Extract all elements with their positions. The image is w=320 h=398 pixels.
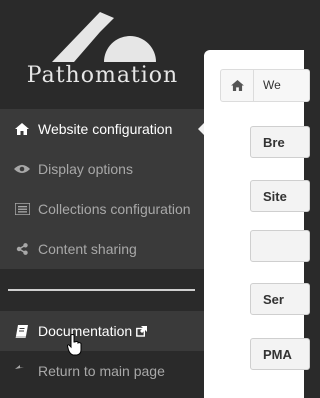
setting-field-button[interactable]: Ser (250, 283, 310, 315)
setting-field-button[interactable]: PMA (250, 338, 310, 370)
sidebar: Pathomation Website configuration Displa… (0, 0, 205, 398)
eye-icon (14, 161, 30, 177)
sidebar-item-documentation[interactable]: Documentation (0, 311, 205, 351)
hand-cursor-icon (66, 334, 83, 361)
settings-menu: Website configuration Display options Co… (0, 109, 205, 269)
sidebar-item-label: Return to main page (38, 363, 165, 379)
return-icon (14, 363, 30, 379)
home-icon[interactable] (221, 70, 254, 101)
brand-name: Pathomation (26, 63, 179, 88)
sidebar-divider (8, 289, 195, 291)
logo-mark-icon (52, 12, 156, 62)
setting-field-button[interactable]: Site (250, 180, 310, 212)
sidebar-item-website-configuration[interactable]: Website configuration (0, 109, 205, 149)
book-icon (14, 323, 30, 339)
share-icon (14, 241, 30, 257)
sidebar-item-label: Documentation (38, 323, 133, 339)
breadcrumb: We (220, 69, 310, 102)
list-icon (14, 201, 30, 217)
sidebar-item-collections-configuration[interactable]: Collections configuration (0, 189, 205, 229)
external-link-icon (136, 325, 148, 337)
brand-logo[interactable]: Pathomation (0, 0, 205, 108)
setting-field-button[interactable] (250, 230, 310, 262)
sidebar-item-content-sharing[interactable]: Content sharing (0, 229, 205, 269)
setting-field-button[interactable]: Bre (250, 126, 310, 158)
sidebar-item-label: Display options (38, 161, 133, 177)
sidebar-item-return-to-main-page[interactable]: Return to main page (0, 351, 205, 391)
content-panel: We Bre Site Ser PMA (204, 50, 310, 398)
sidebar-item-label: Website configuration (38, 121, 173, 137)
sidebar-item-display-options[interactable]: Display options (0, 149, 205, 189)
breadcrumb-current[interactable]: We (263, 78, 281, 92)
sidebar-item-label: Collections configuration (38, 201, 191, 217)
sidebar-item-label: Content sharing (38, 241, 137, 257)
home-icon (14, 121, 30, 137)
